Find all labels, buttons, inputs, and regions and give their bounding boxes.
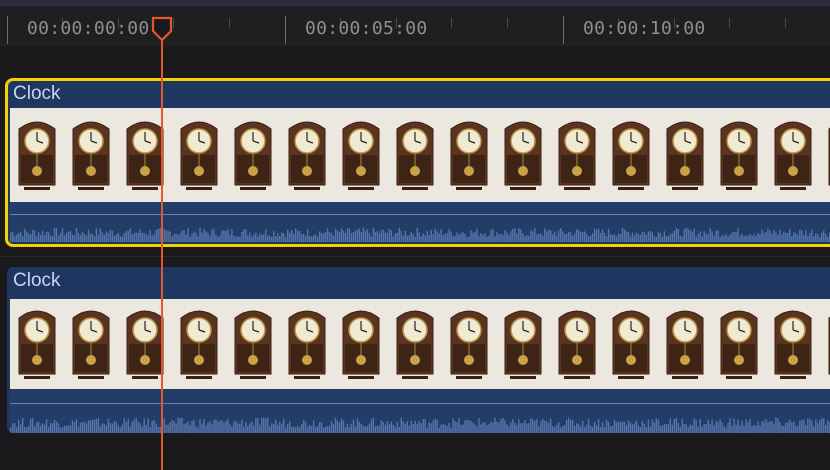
clip-frame-thumbnail	[118, 108, 172, 202]
clip-frame-thumbnail	[820, 108, 830, 202]
clip-frame-thumbnail	[388, 108, 442, 202]
waveform-graphic	[10, 227, 830, 242]
clip-frame-thumbnail	[172, 108, 226, 202]
clip-frame-thumbnail	[442, 108, 496, 202]
playhead-line[interactable]	[161, 30, 163, 470]
clip-filmstrip[interactable]	[10, 299, 830, 389]
clip-title: Clock	[13, 83, 61, 104]
waveform-graphic	[10, 417, 830, 433]
clip-frame-thumbnail	[604, 299, 658, 389]
clip-audio-waveform[interactable]	[10, 389, 830, 433]
video-clip[interactable]: Clock	[5, 78, 830, 247]
ruler-major-tick	[563, 16, 564, 44]
ruler-major-tick	[7, 16, 8, 44]
clip-frame-thumbnail	[496, 299, 550, 389]
clip-frame-thumbnail	[550, 299, 604, 389]
clip-audio-waveform[interactable]	[10, 202, 830, 242]
clip-frame-thumbnail	[388, 299, 442, 389]
ruler-tick	[229, 18, 230, 28]
track-separator	[0, 256, 830, 257]
clip-frame-thumbnail	[118, 299, 172, 389]
clip-frame-thumbnail	[604, 108, 658, 202]
clip-frame-thumbnail	[10, 299, 64, 389]
clip-frame-thumbnail	[496, 108, 550, 202]
clip-frame-thumbnail	[172, 299, 226, 389]
audio-level-line	[10, 403, 830, 404]
clip-frame-thumbnail	[712, 299, 766, 389]
clip-frame-thumbnail	[550, 108, 604, 202]
clip-frame-thumbnail	[334, 299, 388, 389]
timeline-ruler[interactable]: 00:00:00:00 00:00:05:00 00:00:10:00	[0, 6, 830, 46]
clip-frame-thumbnail	[280, 299, 334, 389]
timecode-label: 00:00:05:00	[305, 18, 428, 39]
ruler-major-tick	[285, 16, 286, 44]
clip-frame-thumbnail	[820, 299, 830, 389]
ruler-tick	[729, 18, 730, 28]
timecode-label: 00:00:00:00	[27, 18, 150, 39]
audio-level-line	[10, 214, 830, 215]
timecode-label: 00:00:10:00	[583, 18, 706, 39]
clip-frame-thumbnail	[280, 108, 334, 202]
ruler-tick	[451, 18, 452, 28]
clip-frame-thumbnail	[64, 299, 118, 389]
ruler-tick	[507, 18, 508, 28]
clip-frame-thumbnail	[226, 299, 280, 389]
clip-frame-thumbnail	[766, 108, 820, 202]
clip-frame-thumbnail	[658, 108, 712, 202]
clip-frame-thumbnail	[712, 108, 766, 202]
clip-frame-thumbnail	[10, 108, 64, 202]
clip-title: Clock	[13, 270, 61, 291]
clip-frame-thumbnail	[226, 108, 280, 202]
clip-frame-thumbnail	[442, 299, 496, 389]
ruler-tick	[173, 18, 174, 28]
clip-frame-thumbnail	[766, 299, 820, 389]
clip-frame-thumbnail	[658, 299, 712, 389]
playhead-marker-icon[interactable]	[151, 16, 173, 42]
clip-frame-thumbnail	[64, 108, 118, 202]
ruler-tick	[785, 18, 786, 28]
clip-filmstrip[interactable]	[10, 108, 830, 202]
clip-frame-thumbnail	[334, 108, 388, 202]
video-clip[interactable]: Clock	[7, 267, 830, 433]
